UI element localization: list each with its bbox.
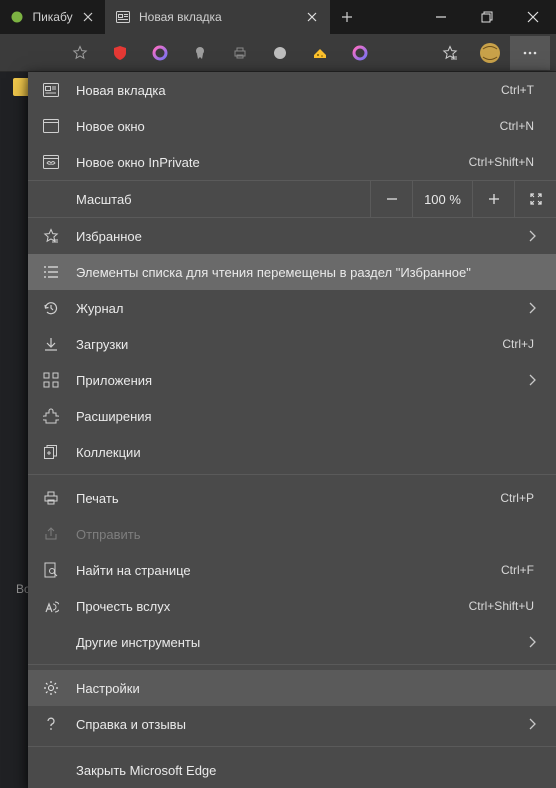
app-menu: Новая вкладка Ctrl+T Новое окно Ctrl+N Н… — [28, 72, 556, 788]
menu-read-aloud[interactable]: Прочесть вслух Ctrl+Shift+U — [28, 588, 556, 624]
ext-adblock-icon[interactable] — [100, 36, 140, 70]
menu-accel: Ctrl+Shift+U — [469, 599, 534, 613]
menu-accel: Ctrl+T — [501, 83, 534, 97]
menu-label: Справка и отзывы — [76, 717, 508, 732]
new-window-icon — [42, 117, 60, 135]
menu-label: Новая вкладка — [76, 83, 485, 98]
ext-printer-icon[interactable] — [220, 36, 260, 70]
menu-print[interactable]: Печать Ctrl+P — [28, 480, 556, 516]
ext-cheese-icon[interactable] — [300, 36, 340, 70]
zoom-value: 100 % — [412, 180, 472, 218]
menu-label: Расширения — [76, 409, 540, 424]
menu-favorites[interactable]: Избранное — [28, 218, 556, 254]
chevron-right-icon — [524, 636, 540, 648]
chevron-right-icon — [524, 302, 540, 314]
star-outline-icon[interactable] — [60, 36, 100, 70]
page-background — [0, 72, 28, 763]
menu-accel: Ctrl+P — [500, 491, 534, 505]
chevron-right-icon — [524, 374, 540, 386]
menu-label: Прочесть вслух — [76, 599, 453, 614]
read-aloud-icon — [42, 597, 60, 615]
ext-badge-icon[interactable] — [180, 36, 220, 70]
window-close-button[interactable] — [510, 0, 556, 34]
apps-icon — [42, 371, 60, 389]
menu-collections[interactable]: Коллекции — [28, 434, 556, 470]
favorites-star-icon[interactable] — [430, 36, 470, 70]
menu-label: Найти на странице — [76, 563, 485, 578]
more-menu-button[interactable] — [510, 36, 550, 70]
help-icon — [42, 715, 60, 733]
menu-new-window[interactable]: Новое окно Ctrl+N — [28, 108, 556, 144]
menu-more-tools[interactable]: Другие инструменты — [28, 624, 556, 660]
tab-pikabu[interactable]: Пикабу — [0, 0, 105, 34]
menu-label: Журнал — [76, 301, 508, 316]
share-icon — [42, 525, 60, 543]
menu-apps[interactable]: Приложения — [28, 362, 556, 398]
menu-help[interactable]: Справка и отзывы — [28, 706, 556, 742]
menu-accel: Ctrl+J — [502, 337, 534, 351]
window-minimize-button[interactable] — [418, 0, 464, 34]
tab-label: Пикабу — [32, 10, 72, 24]
zoom-label: Масштаб — [76, 192, 370, 207]
favicon-pikabu — [10, 9, 24, 25]
menu-label: Элементы списка для чтения перемещены в … — [76, 265, 540, 280]
new-tab-button[interactable] — [330, 0, 364, 34]
toolbar — [0, 34, 556, 72]
ext-circle2-icon[interactable] — [340, 36, 380, 70]
tab-new[interactable]: Новая вкладка — [105, 0, 330, 34]
profile-avatar[interactable] — [470, 36, 510, 70]
menu-find[interactable]: Найти на странице Ctrl+F — [28, 552, 556, 588]
menu-share: Отправить — [28, 516, 556, 552]
star-icon — [42, 227, 60, 245]
collections-icon — [42, 443, 60, 461]
download-icon — [42, 335, 60, 353]
tab-close-icon[interactable] — [81, 9, 95, 25]
menu-new-inprivate[interactable]: Новое окно InPrivate Ctrl+Shift+N — [28, 144, 556, 180]
tab-close-icon[interactable] — [304, 9, 320, 25]
menu-zoom-row: Масштаб 100 % — [28, 180, 556, 218]
window-controls — [418, 0, 556, 34]
ext-globe-icon[interactable] — [260, 36, 300, 70]
title-bar: Пикабу Новая вкладка — [0, 0, 556, 34]
history-icon — [42, 299, 60, 317]
window-maximize-button[interactable] — [464, 0, 510, 34]
menu-accel: Ctrl+N — [500, 119, 534, 133]
new-tab-icon — [42, 81, 60, 99]
menu-label: Коллекции — [76, 445, 540, 460]
menu-label: Новое окно — [76, 119, 484, 134]
menu-accel: Ctrl+Shift+N — [469, 155, 534, 169]
zoom-in-button[interactable] — [472, 180, 514, 218]
menu-close-edge[interactable]: Закрыть Microsoft Edge — [28, 752, 556, 788]
menu-label: Настройки — [76, 681, 540, 696]
menu-label: Отправить — [76, 527, 540, 542]
ext-circle1-icon[interactable] — [140, 36, 180, 70]
menu-label: Другие инструменты — [76, 635, 508, 650]
reading-list-icon — [42, 263, 60, 281]
tab-label: Новая вкладка — [139, 10, 222, 24]
zoom-out-button[interactable] — [370, 180, 412, 218]
menu-label: Загрузки — [76, 337, 486, 352]
print-icon — [42, 489, 60, 507]
gear-icon — [42, 679, 60, 697]
chevron-right-icon — [524, 718, 540, 730]
menu-label: Новое окно InPrivate — [76, 155, 453, 170]
chevron-right-icon — [524, 230, 540, 242]
menu-label: Приложения — [76, 373, 508, 388]
menu-settings[interactable]: Настройки — [28, 670, 556, 706]
menu-downloads[interactable]: Загрузки Ctrl+J — [28, 326, 556, 362]
menu-reading-list-moved[interactable]: Элементы списка для чтения перемещены в … — [28, 254, 556, 290]
menu-history[interactable]: Журнал — [28, 290, 556, 326]
favicon-newtab-icon — [115, 9, 131, 25]
fullscreen-button[interactable] — [514, 180, 556, 218]
menu-new-tab[interactable]: Новая вкладка Ctrl+T — [28, 72, 556, 108]
extensions-icon — [42, 407, 60, 425]
menu-label: Закрыть Microsoft Edge — [76, 763, 540, 778]
menu-accel: Ctrl+F — [501, 563, 534, 577]
inprivate-icon — [42, 153, 60, 171]
menu-label: Избранное — [76, 229, 508, 244]
find-icon — [42, 561, 60, 579]
menu-label: Печать — [76, 491, 484, 506]
menu-extensions[interactable]: Расширения — [28, 398, 556, 434]
